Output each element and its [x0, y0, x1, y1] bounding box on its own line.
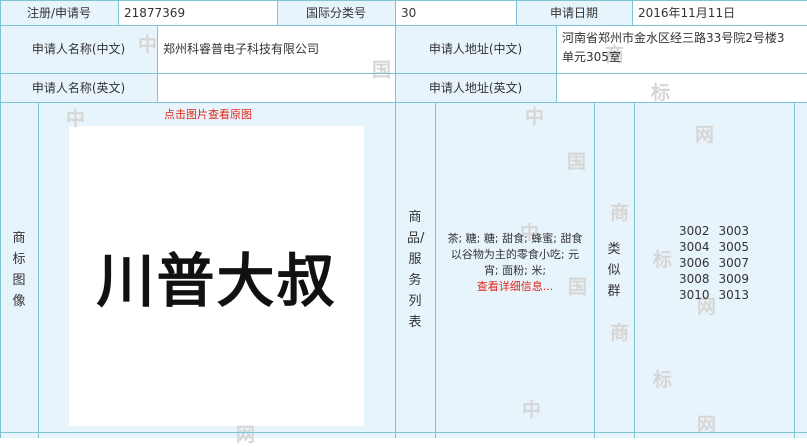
similar-group-code: 3008 [678, 272, 710, 286]
applicant-name-cn-value: 郑州科睿普电子科技有限公司 [163, 42, 320, 56]
trademark-mark-text: 川普大叔 [96, 247, 337, 315]
grid-line [38, 102, 39, 438]
applicant-address-en-label: 申请人地址(英文) [428, 80, 523, 95]
goods-services-list: 茶; 糖; 糖; 甜食; 蜂蜜; 甜食 以谷物为主的零食小吃; 元 宵; 面粉;… [436, 231, 594, 295]
intl-class-label: 国际分类号 [305, 5, 366, 20]
view-details-link[interactable]: 查看详细信息... [436, 279, 594, 295]
similar-group-row: 3008 3009 [634, 271, 794, 287]
similar-group-code: 3003 [718, 224, 750, 238]
applicant-name-en-label: 申请人名称(英文) [31, 80, 126, 95]
similar-group-row: 3004 3005 [634, 239, 794, 255]
similar-group-row: 3002 3003 [634, 223, 794, 239]
view-original-image-link[interactable]: 点击图片查看原图 [164, 108, 252, 122]
watermark-char: 网 [695, 124, 715, 146]
reg-number-value: 21877369 [124, 5, 186, 20]
address-line-1: 河南省郑州市金水区经三路33号院2号楼3 [562, 31, 785, 45]
watermark-char: 中 [525, 106, 545, 128]
intl-class-value: 30 [401, 5, 417, 20]
address-line-2: 单元305室 [562, 50, 621, 64]
applicant-name-cn-label: 申请人名称(中文) [31, 42, 126, 56]
similar-group-row: 3010 3013 [634, 287, 794, 303]
similar-group-code: 3004 [678, 240, 710, 254]
trademark-image-label-cell: 商标图像 [0, 102, 38, 438]
applicant-address-cn-value: 河南省郑州市金水区经三路33号院2号楼3 单元305室 [556, 29, 807, 71]
watermark-char: 国 [567, 151, 587, 173]
reg-number-label: 注册/申请号 [26, 5, 92, 20]
similar-group-label-cell: 类似群 [594, 102, 634, 438]
similar-group-row: 3006 3007 [634, 255, 794, 271]
similar-group-code: 3007 [718, 256, 750, 270]
applicant-address-en-value [556, 73, 807, 102]
similar-group-codes: 3002 3003 3004 3005 3006 3007 3008 3009 … [634, 223, 794, 303]
trademark-image-label: 商标图像 [12, 231, 26, 309]
trademark-image[interactable]: 川普大叔 [69, 126, 364, 426]
similar-group-label: 类似群 [607, 241, 621, 299]
watermark-char: 中 [522, 399, 542, 421]
applicant-name-en-value [157, 73, 395, 102]
similar-group-code: 3006 [678, 256, 710, 270]
filing-date-value: 2016年11月11日 [638, 5, 736, 20]
goods-line: 茶; 糖; 糖; 甜食; 蜂蜜; 甜食 [447, 232, 583, 245]
similar-group-code: 3009 [718, 272, 750, 286]
goods-services-label-cell: 商品/服务列表 [395, 102, 435, 438]
similar-group-code: 3010 [678, 288, 710, 302]
filing-date-label: 申请日期 [549, 5, 598, 20]
similar-group-code: 3013 [718, 288, 750, 302]
goods-services-label: 商品/服务列表 [407, 210, 425, 330]
similar-group-code: 3005 [718, 240, 750, 254]
goods-line: 宵; 面粉; 米; [483, 264, 547, 277]
goods-line: 以谷物为主的零食小吃; 元 [450, 248, 580, 261]
applicant-address-cn-label: 申请人地址(中文) [428, 42, 523, 56]
grid-line [794, 102, 795, 438]
similar-group-code: 3002 [678, 224, 710, 238]
watermark-char: 标 [653, 369, 673, 391]
